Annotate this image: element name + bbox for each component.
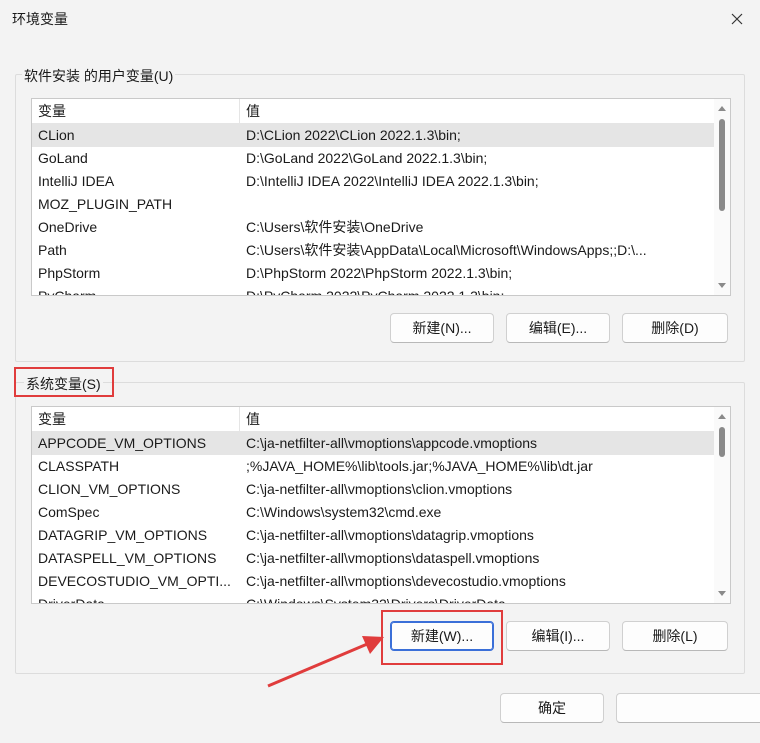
var-value: D:\PhpStorm 2022\PhpStorm 2022.1.3\bin;	[246, 265, 513, 281]
table-row[interactable]: Path C:\Users\软件安装\AppData\Local\Microso…	[32, 239, 714, 262]
user-vars-rows: CLion D:\CLion 2022\CLion 2022.1.3\bin; …	[32, 124, 714, 295]
var-value: C:\ja-netfilter-all\vmoptions\dataspell.…	[246, 550, 540, 566]
var-name: APPCODE_VM_OPTIONS	[38, 435, 207, 451]
var-value: C:\ja-netfilter-all\vmoptions\clion.vmop…	[246, 481, 513, 497]
table-row[interactable]: CLION_VM_OPTIONS C:\ja-netfilter-all\vmo…	[32, 478, 714, 501]
var-name: OneDrive	[38, 219, 98, 235]
var-name: DriverData	[38, 593, 234, 603]
table-row[interactable]: GoLand D:\GoLand 2022\GoLand 2022.1.3\bi…	[32, 147, 714, 170]
system-edit-button[interactable]: 编辑(I)...	[506, 621, 610, 651]
var-value: C:\ja-netfilter-all\vmoptions\devecostud…	[246, 573, 566, 589]
table-row[interactable]: DEVECOSTUDIO_VM_OPTI... C:\ja-netfilter-…	[32, 570, 714, 593]
table-row[interactable]: DATASPELL_VM_OPTIONS C:\ja-netfilter-all…	[32, 547, 714, 570]
var-name: CLion	[38, 127, 75, 143]
table-row[interactable]: PyCharm D:\PyCharm 2022\PyCharm 2022.1.3…	[32, 285, 714, 295]
user-vars-list[interactable]: 变量 值 CLion D:\CLion 2022\CLion 2022.1.3\…	[31, 98, 731, 296]
scroll-down-icon[interactable]	[714, 587, 730, 601]
user-new-button[interactable]: 新建(N)...	[390, 313, 494, 343]
user-vars-header: 变量 值	[32, 99, 714, 124]
var-value: C:\Users\软件安装\AppData\Local\Microsoft\Wi…	[246, 242, 647, 258]
user-edit-button[interactable]: 编辑(E)...	[506, 313, 610, 343]
table-row[interactable]: DriverData C:\Windows\System32\Drivers\D…	[32, 593, 714, 603]
var-value: ;%JAVA_HOME%\lib\tools.jar;%JAVA_HOME%\l…	[246, 458, 593, 474]
var-name: ComSpec	[38, 504, 100, 520]
var-name: DEVECOSTUDIO_VM_OPTI...	[38, 573, 231, 589]
system-vars-rows: APPCODE_VM_OPTIONS C:\ja-netfilter-all\v…	[32, 432, 714, 603]
scroll-up-icon[interactable]	[714, 101, 730, 115]
var-name: PhpStorm	[38, 265, 101, 281]
var-name: CLION_VM_OPTIONS	[38, 481, 181, 497]
column-header-variable[interactable]: 变量	[32, 99, 240, 123]
title-bar: 环境变量	[0, 0, 760, 38]
var-name: GoLand	[38, 150, 88, 166]
system-delete-button[interactable]: 删除(L)	[622, 621, 728, 651]
ok-button[interactable]: 确定	[500, 693, 604, 723]
var-value: C:\Windows\system32\cmd.exe	[246, 504, 442, 520]
var-value: D:\GoLand 2022\GoLand 2022.1.3\bin;	[246, 150, 488, 166]
var-name: PyCharm	[38, 285, 234, 295]
table-row[interactable]: PhpStorm D:\PhpStorm 2022\PhpStorm 2022.…	[32, 262, 714, 285]
column-header-variable[interactable]: 变量	[32, 407, 240, 431]
scroll-thumb[interactable]	[719, 119, 725, 211]
var-value: C:\ja-netfilter-all\vmoptions\appcode.vm…	[246, 435, 538, 451]
window-title: 环境变量	[12, 11, 68, 27]
system-vars-header: 变量 值	[32, 407, 714, 432]
table-row[interactable]: CLion D:\CLion 2022\CLion 2022.1.3\bin;	[32, 124, 714, 147]
var-name: CLASSPATH	[38, 458, 120, 474]
column-header-value[interactable]: 值	[240, 407, 714, 431]
user-vars-scrollbar[interactable]	[714, 99, 730, 295]
scroll-thumb[interactable]	[719, 427, 725, 457]
close-icon	[731, 13, 743, 25]
var-name: IntelliJ IDEA	[38, 173, 115, 189]
scroll-up-icon[interactable]	[714, 409, 730, 423]
table-row[interactable]: ComSpec C:\Windows\system32\cmd.exe	[32, 501, 714, 524]
column-header-value[interactable]: 值	[240, 99, 714, 123]
scroll-down-icon[interactable]	[714, 279, 730, 293]
table-row[interactable]: MOZ_PLUGIN_PATH	[32, 193, 714, 216]
system-vars-scrollbar[interactable]	[714, 407, 730, 603]
table-row[interactable]: CLASSPATH ;%JAVA_HOME%\lib\tools.jar;%JA…	[32, 455, 714, 478]
var-value: C:\Users\软件安装\OneDrive	[246, 219, 424, 235]
var-value: D:\PyCharm 2022\PyCharm 2022.1.3\bin;	[246, 285, 710, 295]
table-row[interactable]: DATAGRIP_VM_OPTIONS C:\ja-netfilter-all\…	[32, 524, 714, 547]
var-value: D:\IntelliJ IDEA 2022\IntelliJ IDEA 2022…	[246, 173, 539, 189]
user-vars-label: 软件安装 的用户变量(U)	[22, 66, 176, 86]
close-button[interactable]	[714, 0, 760, 38]
var-name: DATASPELL_VM_OPTIONS	[38, 550, 217, 566]
system-vars-label-highlight	[14, 367, 114, 397]
table-row[interactable]: IntelliJ IDEA D:\IntelliJ IDEA 2022\Inte…	[32, 170, 714, 193]
table-row[interactable]: OneDrive C:\Users\软件安装\OneDrive	[32, 216, 714, 239]
user-delete-button[interactable]: 删除(D)	[622, 313, 728, 343]
table-row[interactable]: APPCODE_VM_OPTIONS C:\ja-netfilter-all\v…	[32, 432, 714, 455]
system-new-button-highlight	[381, 610, 503, 665]
var-value: C:\ja-netfilter-all\vmoptions\datagrip.v…	[246, 527, 534, 543]
var-name: MOZ_PLUGIN_PATH	[38, 196, 173, 212]
var-name: Path	[38, 242, 67, 258]
var-name: DATAGRIP_VM_OPTIONS	[38, 527, 208, 543]
var-value: C:\Windows\System32\Drivers\DriverData	[246, 593, 710, 603]
system-vars-list[interactable]: 变量 值 APPCODE_VM_OPTIONS C:\ja-netfilter-…	[31, 406, 731, 604]
var-value: D:\CLion 2022\CLion 2022.1.3\bin;	[246, 127, 461, 143]
cancel-button[interactable]	[616, 693, 760, 723]
